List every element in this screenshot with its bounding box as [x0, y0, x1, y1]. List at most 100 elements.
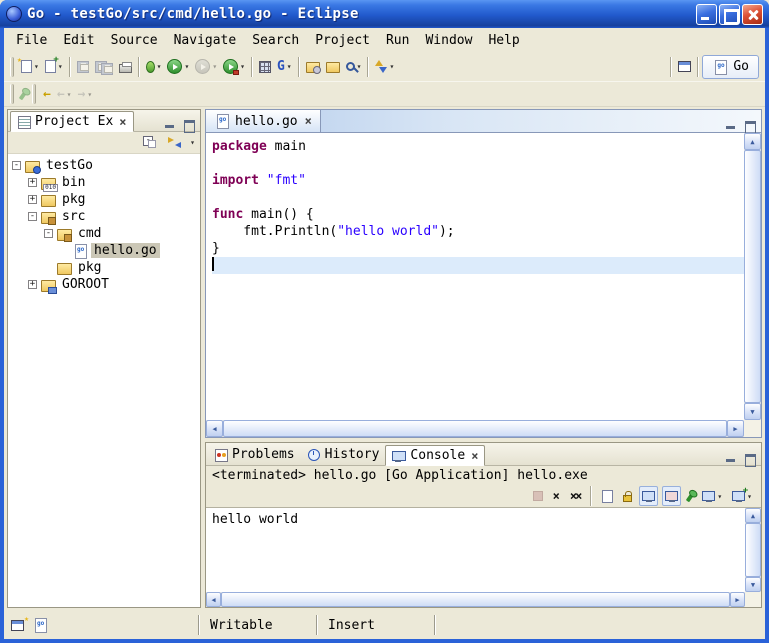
code-area[interactable]: package mainimport "fmt"func main() { fm… [206, 133, 744, 420]
collapse-all-button[interactable] [140, 133, 159, 153]
save-all-button[interactable] [92, 55, 116, 79]
project-tree[interactable]: -testGo+bin+pkg-src-cmdhello.gopkg+GOROO… [8, 154, 200, 607]
last-edit-location-button[interactable]: ← [40, 82, 54, 106]
scroll-down-icon[interactable]: ▼ [744, 403, 761, 420]
search-button[interactable]: ▾ [343, 55, 365, 79]
toolbar-grip[interactable] [32, 84, 36, 104]
tree-expander-icon[interactable]: - [44, 229, 53, 238]
minimize-button[interactable] [696, 4, 717, 25]
go-tools-button[interactable]: G ▾ [274, 55, 295, 79]
tab-project-explorer[interactable]: Project Ex × [10, 111, 134, 132]
tree-expander-icon[interactable]: + [28, 195, 37, 204]
go-perspective-button[interactable]: Go [702, 55, 759, 79]
scroll-down-icon[interactable]: ▼ [745, 577, 761, 592]
save-button[interactable] [74, 55, 92, 79]
maximize-view-button[interactable] [743, 119, 756, 132]
tree-item-src[interactable]: -src [8, 208, 200, 225]
scroll-up-icon[interactable]: ▲ [745, 508, 761, 523]
team-sync-button[interactable]: ▾ [372, 55, 397, 79]
tree-item-bin[interactable]: +bin [8, 174, 200, 191]
project-icon [24, 159, 40, 173]
maximize-view-button[interactable] [182, 118, 195, 131]
print-button[interactable] [116, 55, 135, 79]
debug-button[interactable]: ▾ [143, 55, 165, 79]
titlebar[interactable]: Go - testGo/src/cmd/hello.go - Eclipse [0, 0, 769, 28]
editor-vertical-scrollbar[interactable]: ▲ ▼ [744, 133, 761, 420]
close-icon[interactable]: × [469, 450, 478, 462]
new-go-file-button[interactable]: + ▾ [42, 55, 66, 79]
scrollbar-thumb[interactable] [221, 592, 730, 607]
menu-item-run[interactable]: Run [378, 31, 417, 50]
toolbar-grip[interactable] [10, 84, 14, 104]
minimize-view-button[interactable] [724, 119, 737, 132]
menu-item-window[interactable]: Window [417, 31, 480, 50]
back-button[interactable]: ← ▾ [54, 82, 75, 106]
menu-item-source[interactable]: Source [103, 31, 166, 50]
scroll-right-icon[interactable]: ▶ [730, 592, 745, 607]
toolbar-grip[interactable] [10, 57, 14, 77]
tree-item-testgo[interactable]: -testGo [8, 157, 200, 174]
menu-item-file[interactable]: File [8, 31, 55, 50]
close-icon[interactable]: × [117, 116, 126, 128]
pin-console-button[interactable] [685, 486, 695, 506]
close-button[interactable] [742, 4, 763, 25]
tree-item-hello-go[interactable]: hello.go [8, 242, 200, 259]
remove-all-launches-button[interactable]: ×× [567, 486, 583, 506]
show-stdout-button[interactable] [639, 486, 658, 506]
tree-item-pkg[interactable]: pkg [8, 259, 200, 276]
tab-hello-go[interactable]: hello.go × [206, 110, 321, 132]
tree-expander-icon[interactable]: - [28, 212, 37, 221]
run-history-button[interactable]: ▾ [192, 55, 220, 79]
display-console-button[interactable]: ▾ [699, 486, 725, 506]
link-with-editor-button[interactable] [165, 133, 184, 153]
scrollbar-thumb[interactable] [745, 523, 761, 577]
main-toolbar: ★ ▾ + ▾ ▾ ▾ ▾ [4, 52, 765, 82]
console-output[interactable]: hello world [206, 508, 745, 592]
console-horizontal-scrollbar[interactable]: ◀ ▶ [206, 592, 745, 607]
scrollbar-thumb[interactable] [744, 150, 761, 403]
menu-item-project[interactable]: Project [307, 31, 378, 50]
open-archive-button[interactable] [303, 55, 323, 79]
clear-console-button[interactable] [599, 486, 616, 506]
external-tools-button[interactable]: ▾ [220, 55, 248, 79]
tab-problems[interactable]: Problems [208, 444, 301, 465]
view-menu-button[interactable]: ▾ [190, 138, 195, 147]
menu-item-search[interactable]: Search [244, 31, 307, 50]
scroll-left-icon[interactable]: ◀ [206, 420, 223, 437]
scroll-up-icon[interactable]: ▲ [744, 133, 761, 150]
menu-item-edit[interactable]: Edit [55, 31, 102, 50]
new-go-element-button[interactable] [256, 55, 274, 79]
terminate-button[interactable] [530, 486, 546, 506]
maximize-button[interactable] [719, 4, 740, 25]
open-console-button[interactable]: + ▾ [729, 486, 755, 506]
minimize-view-button[interactable] [724, 452, 737, 465]
scrollbar-thumb[interactable] [223, 420, 727, 437]
run-button[interactable]: ▾ [164, 55, 192, 79]
tab-history[interactable]: History [301, 444, 386, 465]
menu-item-help[interactable]: Help [480, 31, 527, 50]
scroll-right-icon[interactable]: ▶ [727, 420, 744, 437]
fast-view-button[interactable]: ★ [11, 620, 24, 631]
pin-editor-button[interactable] [18, 82, 28, 106]
tree-expander-icon[interactable]: - [12, 161, 21, 170]
tree-expander-icon[interactable]: + [28, 178, 37, 187]
open-perspective-button[interactable] [675, 55, 694, 79]
tree-item-goroot[interactable]: +GOROOT [8, 276, 200, 293]
minimize-view-button[interactable] [163, 118, 176, 131]
tree-item-pkg[interactable]: +pkg [8, 191, 200, 208]
tree-expander-icon[interactable]: + [28, 280, 37, 289]
scroll-lock-button[interactable] [620, 486, 635, 506]
console-vertical-scrollbar[interactable]: ▲ ▼ [745, 508, 761, 592]
new-button[interactable]: ★ ▾ [18, 55, 42, 79]
tab-console[interactable]: Console× [385, 445, 485, 466]
maximize-view-button[interactable] [743, 452, 756, 465]
editor-horizontal-scrollbar[interactable]: ◀ ▶ [206, 420, 744, 437]
forward-button[interactable]: → ▾ [74, 82, 95, 106]
menu-item-navigate[interactable]: Navigate [166, 31, 245, 50]
tree-item-cmd[interactable]: -cmd [8, 225, 200, 242]
scroll-left-icon[interactable]: ◀ [206, 592, 221, 607]
open-folder-button[interactable] [323, 55, 343, 79]
remove-launch-button[interactable]: × [550, 486, 563, 506]
close-icon[interactable]: × [303, 115, 312, 127]
show-stderr-button[interactable] [662, 486, 681, 506]
